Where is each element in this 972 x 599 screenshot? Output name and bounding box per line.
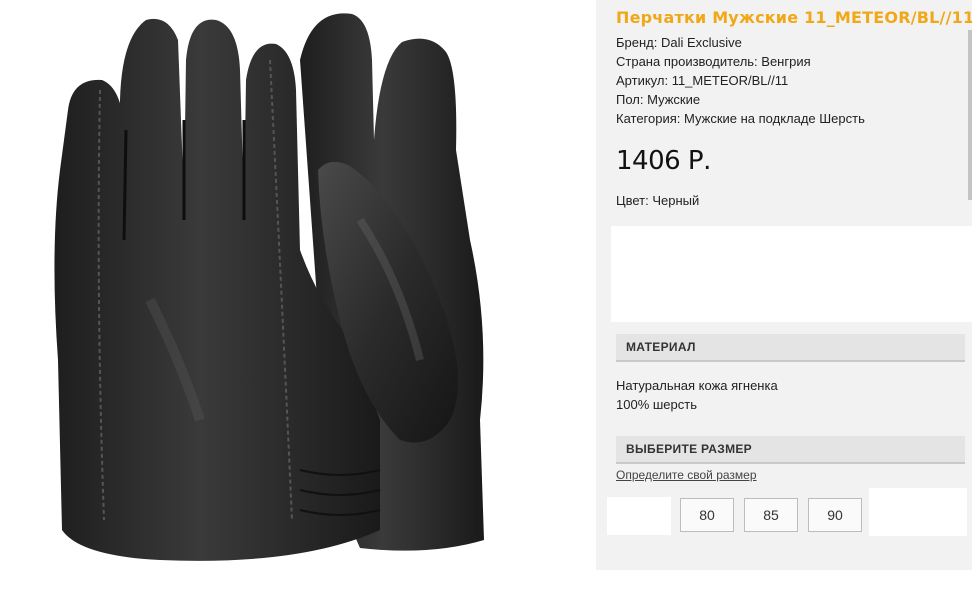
brand-text: Бренд: Dali Exclusive [616, 35, 742, 50]
product-price: 1406 Р. [616, 146, 711, 176]
gender-text: Пол: Мужские [616, 92, 701, 107]
product-info-panel: Перчатки Мужские 11_METEOR/BL//11 Бренд:… [596, 0, 972, 570]
size-button-85[interactable]: 85 [744, 498, 798, 532]
size-button-80[interactable]: 80 [680, 498, 734, 532]
category-text: Категория: Мужские на подкладе Шерсть [616, 111, 865, 126]
article-text: Артикул: 11_METEOR/BL//11 [616, 73, 789, 88]
material-line: Натуральная кожа ягненка [616, 378, 778, 393]
material-line: 100% шерсть [616, 397, 697, 412]
size-button-90[interactable]: 90 [808, 498, 862, 532]
size-blank-slot [607, 497, 671, 535]
material-section-header: МАТЕРИАЛ [616, 334, 965, 362]
material-heading: МАТЕРИАЛ [626, 340, 696, 354]
color-swatch-area [611, 226, 972, 322]
size-guide-link[interactable]: Определите свой размер [616, 468, 757, 482]
leather-glove-image [54, 13, 484, 561]
country-text: Страна производитель: Венгрия [616, 54, 811, 69]
scrollbar[interactable] [968, 30, 972, 200]
size-section-header: ВЫБЕРИТЕ РАЗМЕР [616, 436, 965, 464]
product-image[interactable] [0, 0, 596, 570]
size-blank-slot [869, 488, 967, 536]
product-title: Перчатки Мужские 11_METEOR/BL//11 [616, 8, 972, 27]
color-text: Цвет: Черный [616, 193, 700, 208]
size-heading: ВЫБЕРИТЕ РАЗМЕР [626, 442, 752, 456]
